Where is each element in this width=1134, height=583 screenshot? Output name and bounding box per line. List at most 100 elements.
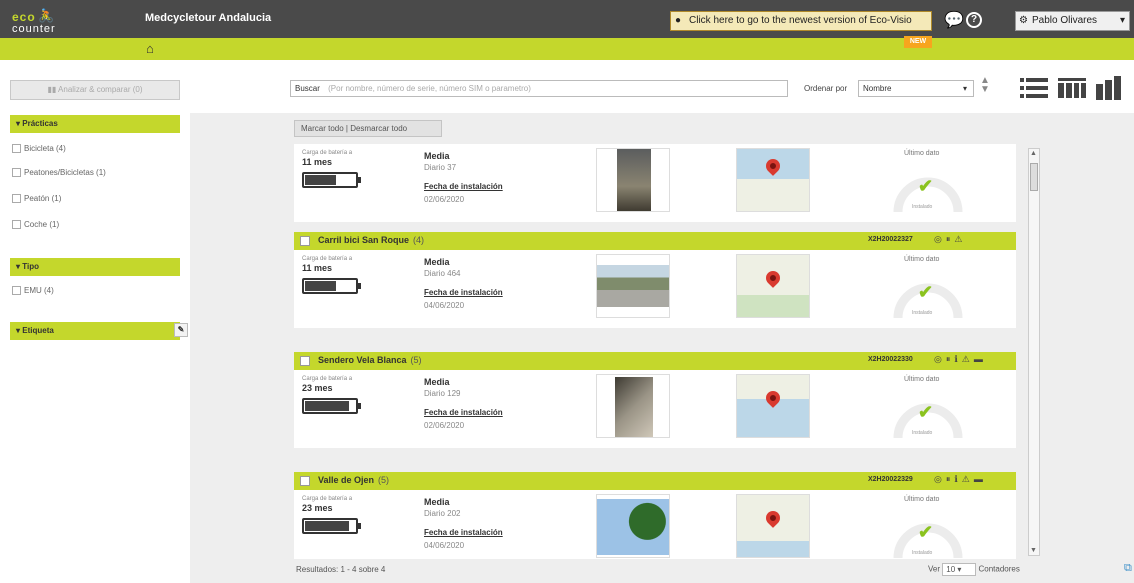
install-date-label[interactable]: Fecha de instalación <box>424 408 503 417</box>
list-view-icon[interactable] <box>1020 76 1048 100</box>
section-tipo[interactable]: ▾ Tipo <box>10 258 180 276</box>
logo-counter-text: counter <box>12 23 56 35</box>
checkbox[interactable] <box>12 286 21 296</box>
card-actions[interactable]: ◎⏸⚠ <box>934 234 966 245</box>
section-etiqueta-title: Etiqueta <box>22 326 54 335</box>
list-scrollbar[interactable]: ▲ ▼ <box>1028 148 1040 556</box>
checkbox[interactable] <box>12 144 21 154</box>
filter-peatones-bicicletas[interactable]: Peatones/Bicicletas (1) <box>12 168 106 178</box>
battery-value: 23 mes <box>302 383 333 393</box>
media-label: Media <box>424 377 450 387</box>
help-icon[interactable]: ? <box>966 12 982 28</box>
logo-eco-text: eco <box>12 10 36 24</box>
media-label: Media <box>424 257 450 267</box>
filter-peaton[interactable]: Peatón (1) <box>12 194 61 204</box>
media-value: Diario 202 <box>424 509 461 518</box>
check-icon: ✔ <box>918 402 934 422</box>
location-map[interactable] <box>736 254 810 318</box>
gauge-label-wrap: ✔ Instalado <box>890 266 966 326</box>
order-label: Ordenar por <box>804 84 848 93</box>
gauge-sub: Instalado <box>912 550 933 556</box>
site-title: Medcycletour Andalucia <box>145 12 272 24</box>
counter-name-text: Carril bici San Roque <box>318 235 410 245</box>
gauge-label-wrap: ✔ Instalado <box>890 386 966 446</box>
chart-icon: ▮▮ <box>47 85 59 94</box>
user-menu[interactable]: ⚙ Pablo Olivares ▾ <box>1015 11 1130 31</box>
card-body: Carga de batería a 11 mes Media Diario 3… <box>294 144 1016 222</box>
gear-icon: ⚙ <box>1019 15 1028 26</box>
checkbox[interactable] <box>12 168 21 178</box>
edit-icon[interactable]: ✎ <box>174 323 188 337</box>
scroll-up-icon[interactable]: ▲ <box>1030 150 1037 157</box>
page-size-value: 10 <box>946 565 956 574</box>
card-body: Carga de batería a 23 mes Media Diario 1… <box>294 370 1016 448</box>
card-actions[interactable]: ◎⏸ℹ⚠▬ <box>934 354 987 365</box>
section-practicas[interactable]: ▾ Prácticas <box>10 115 180 133</box>
select-checkbox[interactable] <box>300 476 310 486</box>
battery-label: Carga de batería a <box>302 150 353 156</box>
select-checkbox[interactable] <box>300 236 310 246</box>
page-size-control: Ver 10 ▾ Contadores <box>928 563 1020 576</box>
install-date-label[interactable]: Fecha de instalación <box>424 182 503 191</box>
counter-card: Carga de batería a 11 mes Media Diario 3… <box>294 144 1016 222</box>
scroll-thumb[interactable] <box>1030 163 1038 191</box>
results-count: Resultados: 1 - 4 sobre 4 <box>296 565 386 574</box>
checkbox[interactable] <box>12 220 21 230</box>
install-date-label[interactable]: Fecha de instalación <box>424 288 503 297</box>
counter-photo[interactable] <box>596 148 670 212</box>
media-value: Diario 464 <box>424 269 461 278</box>
bikers-icon: 🚴 <box>38 8 55 23</box>
card-actions[interactable]: ◎⏸ℹ⚠▬ <box>934 474 987 485</box>
filter-coche[interactable]: Coche (1) <box>12 220 59 230</box>
chat-icon[interactable]: 💬 <box>944 10 964 30</box>
filter-bicicleta[interactable]: Bicicleta (4) <box>12 144 66 154</box>
sort-arrows-icon[interactable]: ▲ ▼ <box>980 76 990 95</box>
grid-view-icon[interactable] <box>1058 76 1086 100</box>
install-date: 02/06/2020 <box>424 421 465 430</box>
nav-strip <box>0 38 1134 60</box>
home-icon[interactable]: ⌂ <box>146 41 154 56</box>
location-map[interactable] <box>736 148 810 212</box>
counter-photo[interactable] <box>596 494 670 558</box>
last-data-label: Último dato <box>904 376 940 383</box>
page-size-select[interactable]: 10 ▾ <box>942 563 977 576</box>
counter-photo[interactable] <box>596 374 670 438</box>
analyze-compare-button[interactable]: ▮▮ Analizar & comparar (0) <box>10 80 180 100</box>
new-version-banner[interactable]: ● Click here to go to the newest version… <box>670 11 932 31</box>
eco-counter-logo[interactable]: eco 🚴 counter <box>12 8 112 36</box>
counter-name[interactable]: Carril bici San Roque (4) <box>318 235 424 245</box>
map-view-icon[interactable] <box>1096 76 1124 100</box>
export-icon[interactable]: ⧉ <box>1124 562 1134 576</box>
select-checkbox[interactable] <box>300 356 310 366</box>
media-label: Media <box>424 497 450 507</box>
counter-name[interactable]: Sendero Vela Blanca (5) <box>318 355 422 365</box>
checkbox[interactable] <box>12 194 21 204</box>
filter-label: EMU (4) <box>24 286 54 295</box>
last-data-label: Último dato <box>904 256 940 263</box>
view-label: Ver <box>928 564 941 574</box>
battery-icon <box>302 398 361 414</box>
counter-count: (5) <box>378 475 390 485</box>
battery-label: Carga de batería a <box>302 256 353 262</box>
main-area: Buscar (Por nombre, número de serie, núm… <box>190 60 1134 583</box>
battery-label: Carga de batería a <box>302 376 353 382</box>
scroll-down-icon[interactable]: ▼ <box>1030 547 1037 554</box>
install-date-label[interactable]: Fecha de instalación <box>424 528 503 537</box>
search-input[interactable]: Buscar (Por nombre, número de serie, núm… <box>290 80 788 97</box>
section-etiqueta[interactable]: ▾ Etiqueta ✎ <box>10 322 188 340</box>
media-label: Media <box>424 151 450 161</box>
battery-icon <box>302 172 361 188</box>
counter-photo[interactable] <box>596 254 670 318</box>
card-header: Valle de Ojen (5) X2H20022329 ◎⏸ℹ⚠▬ <box>294 472 1016 490</box>
order-select[interactable]: Nombre ▾ <box>858 80 974 97</box>
search-button[interactable]: Buscar <box>295 84 320 93</box>
select-all-toggle[interactable]: Marcar todo | Desmarcar todo <box>294 120 442 137</box>
filter-label: Bicicleta (4) <box>24 144 66 153</box>
location-map[interactable] <box>736 374 810 438</box>
install-date: 04/06/2020 <box>424 541 465 550</box>
card-header: Carril bici San Roque (4) X2H20022327 ◎⏸⚠ <box>294 232 1016 250</box>
counter-name[interactable]: Valle de Ojen (5) <box>318 475 389 485</box>
install-date: 02/06/2020 <box>424 195 465 204</box>
location-map[interactable] <box>736 494 810 558</box>
filter-emu[interactable]: EMU (4) <box>12 286 54 296</box>
